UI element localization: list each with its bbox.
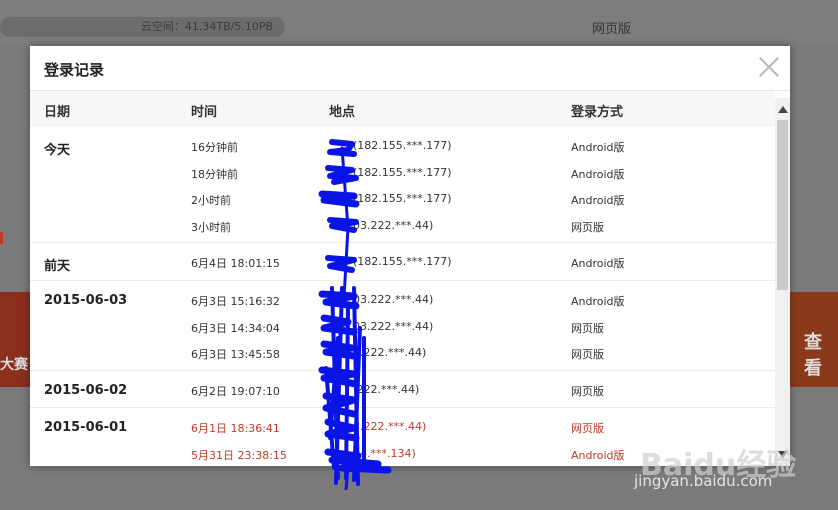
table-row: 2小时前 (182.155.***.177) Android版 [30,185,775,212]
column-date: 日期 [44,105,71,120]
row-location: 03.222.***.44) [353,319,434,333]
login-history-dialog: 登录记录 日期 时间 地点 登录方式 今天 16分钟前 (182.155.***… [30,46,790,466]
column-time: 时间 [191,105,218,120]
row-time: 6月1日 18:36:41 [191,422,280,435]
row-method: Android版 [571,141,625,154]
scrollbar-thumb[interactable] [777,120,788,290]
table-row: 3小时前 03.222.***.44) 网页版 [30,212,775,239]
row-method: Android版 [571,448,625,462]
table-header: 日期 时间 地点 登录方式 [30,91,775,127]
row-location: 3.222.***.44) [353,420,427,433]
table-row: 18分钟前 (182.155.***.177) Android版 [30,159,775,186]
row-location: (182.155.***.177) [353,165,452,179]
column-location: 地点 [329,105,356,120]
row-time: 6月4日 18:01:15 [191,257,280,270]
row-time: 6月2日 19:07:10 [191,385,280,398]
row-location: 03.222.***.44) [353,293,434,306]
background-marker [0,232,3,244]
row-location: (182.155.***.177) [353,192,452,205]
scroll-up-arrow-icon[interactable] [778,106,788,113]
row-time: 18分钟前 [191,167,238,181]
row-location: (182.155.***.177) [353,255,452,268]
row-time: 5月31日 23:38:15 [191,448,287,462]
row-location: (182.155.***.177) [353,139,452,152]
row-time: 3小时前 [191,220,231,234]
record-group: 前天 6月4日 18:01:15 (182.155.***.177) Andro… [30,243,775,281]
record-group: 2015-06-02 6月2日 19:07:10 .222.***.44) 网页… [30,371,775,408]
banner-left: 大赛 [0,292,32,387]
table-row: 6月3日 13:45:58 3.222.***.44) 网页版 [30,339,775,366]
dialog-title: 登录记录 [44,61,105,79]
row-method: 网页版 [571,385,604,398]
row-method: Android版 [571,295,625,308]
row-location: 3.222.***.44) [353,346,427,359]
row-time: 16分钟前 [191,141,238,154]
table-row: 6月3日 14:34:04 03.222.***.44) 网页版 [30,313,775,340]
row-method: 网页版 [571,220,604,234]
watermark-url: jingyan.baidu.com [634,472,773,490]
background-header: 云空间：41.34TB/5.10PB 网页版 [0,0,838,46]
record-group: 2015-06-03 6月3日 15:16:32 03.222.***.44) … [30,281,775,371]
row-location: 54.***.134) [353,446,416,460]
web-version-label: 网页版 [592,22,632,37]
banner-right: 查看 [790,292,838,387]
row-method: Android版 [571,167,625,181]
record-group: 今天 16分钟前 (182.155.***.177) Android版 18分钟… [30,127,775,243]
login-records: 今天 16分钟前 (182.155.***.177) Android版 18分钟… [30,127,775,466]
table-row: 6月2日 19:07:10 .222.***.44) 网页版 [30,376,775,403]
row-location: 03.222.***.44) [353,218,434,232]
table-row: 6月1日 18:36:41 3.222.***.44) 网页版 [30,413,775,440]
storage-quota: 云空间：41.34TB/5.10PB [0,17,285,37]
row-location: .222.***.44) [353,383,420,396]
row-time: 2小时前 [191,194,231,207]
row-time: 6月3日 15:16:32 [191,295,280,308]
row-method: 网页版 [571,422,604,435]
table-row: 16分钟前 (182.155.***.177) Android版 [30,132,775,159]
table-row: 6月3日 15:16:32 03.222.***.44) Android版 [30,286,775,313]
column-method: 登录方式 [571,105,624,120]
row-method: 网页版 [571,321,604,335]
banner-left-label: 大赛 [0,357,28,373]
row-method: Android版 [571,194,625,207]
row-time: 6月3日 14:34:04 [191,321,280,335]
table-row: 6月4日 18:01:15 (182.155.***.177) Android版 [30,248,775,275]
row-method: 网页版 [571,348,604,361]
row-time: 6月3日 13:45:58 [191,348,280,361]
row-method: Android版 [571,257,625,270]
dialog-header: 登录记录 [30,46,790,91]
vertical-scrollbar[interactable] [775,98,790,466]
close-icon[interactable] [758,55,780,77]
banner-right-label: 查看 [804,332,822,379]
